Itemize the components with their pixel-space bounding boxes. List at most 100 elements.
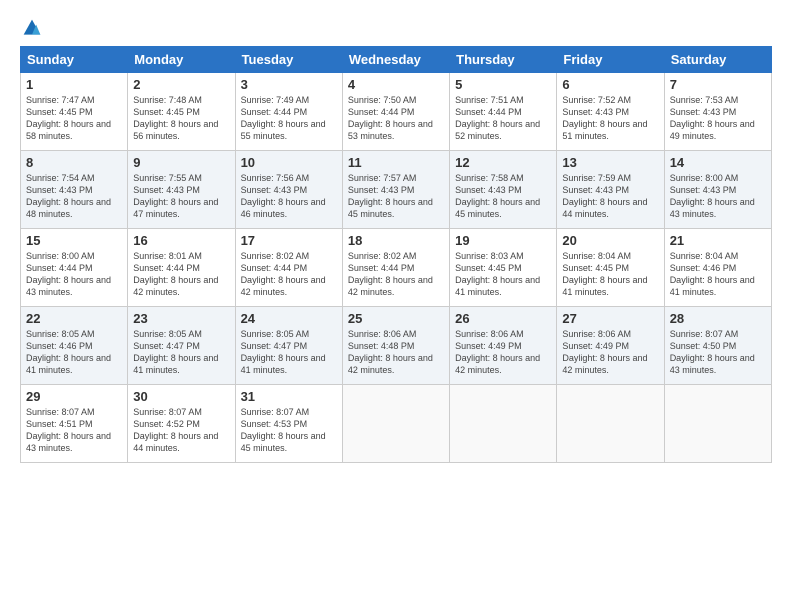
day-info: Sunrise: 7:58 AM Sunset: 4:43 PM Dayligh…: [455, 172, 551, 221]
calendar-cell: 29 Sunrise: 8:07 AM Sunset: 4:51 PM Dayl…: [21, 385, 128, 463]
day-number: 11: [348, 155, 444, 170]
day-info: Sunrise: 7:54 AM Sunset: 4:43 PM Dayligh…: [26, 172, 122, 221]
day-info: Sunrise: 7:48 AM Sunset: 4:45 PM Dayligh…: [133, 94, 229, 143]
calendar-cell: 9 Sunrise: 7:55 AM Sunset: 4:43 PM Dayli…: [128, 151, 235, 229]
calendar-cell: 17 Sunrise: 8:02 AM Sunset: 4:44 PM Dayl…: [235, 229, 342, 307]
day-info: Sunrise: 7:49 AM Sunset: 4:44 PM Dayligh…: [241, 94, 337, 143]
day-number: 18: [348, 233, 444, 248]
calendar-cell: 18 Sunrise: 8:02 AM Sunset: 4:44 PM Dayl…: [342, 229, 449, 307]
calendar-cell: 30 Sunrise: 8:07 AM Sunset: 4:52 PM Dayl…: [128, 385, 235, 463]
calendar-cell: 13 Sunrise: 7:59 AM Sunset: 4:43 PM Dayl…: [557, 151, 664, 229]
day-number: 20: [562, 233, 658, 248]
day-info: Sunrise: 8:05 AM Sunset: 4:47 PM Dayligh…: [241, 328, 337, 377]
calendar-cell: 15 Sunrise: 8:00 AM Sunset: 4:44 PM Dayl…: [21, 229, 128, 307]
calendar-cell: 28 Sunrise: 8:07 AM Sunset: 4:50 PM Dayl…: [664, 307, 771, 385]
calendar-cell: 27 Sunrise: 8:06 AM Sunset: 4:49 PM Dayl…: [557, 307, 664, 385]
calendar-cell: 26 Sunrise: 8:06 AM Sunset: 4:49 PM Dayl…: [450, 307, 557, 385]
calendar-cell: 5 Sunrise: 7:51 AM Sunset: 4:44 PM Dayli…: [450, 73, 557, 151]
calendar-cell: 7 Sunrise: 7:53 AM Sunset: 4:43 PM Dayli…: [664, 73, 771, 151]
day-header-wednesday: Wednesday: [342, 47, 449, 73]
week-row-2: 8 Sunrise: 7:54 AM Sunset: 4:43 PM Dayli…: [21, 151, 772, 229]
calendar-cell: 21 Sunrise: 8:04 AM Sunset: 4:46 PM Dayl…: [664, 229, 771, 307]
day-info: Sunrise: 8:04 AM Sunset: 4:45 PM Dayligh…: [562, 250, 658, 299]
day-info: Sunrise: 7:56 AM Sunset: 4:43 PM Dayligh…: [241, 172, 337, 221]
day-number: 16: [133, 233, 229, 248]
day-header-monday: Monday: [128, 47, 235, 73]
day-info: Sunrise: 7:57 AM Sunset: 4:43 PM Dayligh…: [348, 172, 444, 221]
day-header-sunday: Sunday: [21, 47, 128, 73]
logo-icon: [22, 18, 42, 38]
day-info: Sunrise: 8:00 AM Sunset: 4:44 PM Dayligh…: [26, 250, 122, 299]
calendar-cell: [342, 385, 449, 463]
logo: [20, 18, 42, 38]
calendar: SundayMondayTuesdayWednesdayThursdayFrid…: [20, 46, 772, 463]
day-info: Sunrise: 8:05 AM Sunset: 4:47 PM Dayligh…: [133, 328, 229, 377]
week-row-3: 15 Sunrise: 8:00 AM Sunset: 4:44 PM Dayl…: [21, 229, 772, 307]
day-info: Sunrise: 7:47 AM Sunset: 4:45 PM Dayligh…: [26, 94, 122, 143]
calendar-cell: 25 Sunrise: 8:06 AM Sunset: 4:48 PM Dayl…: [342, 307, 449, 385]
day-info: Sunrise: 7:59 AM Sunset: 4:43 PM Dayligh…: [562, 172, 658, 221]
calendar-cell: [450, 385, 557, 463]
day-number: 2: [133, 77, 229, 92]
day-info: Sunrise: 8:02 AM Sunset: 4:44 PM Dayligh…: [241, 250, 337, 299]
day-info: Sunrise: 8:06 AM Sunset: 4:49 PM Dayligh…: [455, 328, 551, 377]
day-header-friday: Friday: [557, 47, 664, 73]
calendar-cell: 20 Sunrise: 8:04 AM Sunset: 4:45 PM Dayl…: [557, 229, 664, 307]
calendar-cell: 8 Sunrise: 7:54 AM Sunset: 4:43 PM Dayli…: [21, 151, 128, 229]
day-number: 29: [26, 389, 122, 404]
day-info: Sunrise: 8:00 AM Sunset: 4:43 PM Dayligh…: [670, 172, 766, 221]
calendar-cell: 22 Sunrise: 8:05 AM Sunset: 4:46 PM Dayl…: [21, 307, 128, 385]
calendar-cell: 23 Sunrise: 8:05 AM Sunset: 4:47 PM Dayl…: [128, 307, 235, 385]
day-number: 21: [670, 233, 766, 248]
day-header-saturday: Saturday: [664, 47, 771, 73]
day-number: 12: [455, 155, 551, 170]
calendar-cell: 16 Sunrise: 8:01 AM Sunset: 4:44 PM Dayl…: [128, 229, 235, 307]
calendar-cell: 31 Sunrise: 8:07 AM Sunset: 4:53 PM Dayl…: [235, 385, 342, 463]
day-info: Sunrise: 8:04 AM Sunset: 4:46 PM Dayligh…: [670, 250, 766, 299]
day-info: Sunrise: 7:50 AM Sunset: 4:44 PM Dayligh…: [348, 94, 444, 143]
day-number: 3: [241, 77, 337, 92]
calendar-cell: 3 Sunrise: 7:49 AM Sunset: 4:44 PM Dayli…: [235, 73, 342, 151]
calendar-cell: 12 Sunrise: 7:58 AM Sunset: 4:43 PM Dayl…: [450, 151, 557, 229]
day-info: Sunrise: 7:55 AM Sunset: 4:43 PM Dayligh…: [133, 172, 229, 221]
day-info: Sunrise: 8:05 AM Sunset: 4:46 PM Dayligh…: [26, 328, 122, 377]
day-number: 28: [670, 311, 766, 326]
calendar-cell: 10 Sunrise: 7:56 AM Sunset: 4:43 PM Dayl…: [235, 151, 342, 229]
day-info: Sunrise: 8:07 AM Sunset: 4:53 PM Dayligh…: [241, 406, 337, 455]
day-number: 6: [562, 77, 658, 92]
day-number: 13: [562, 155, 658, 170]
day-info: Sunrise: 8:06 AM Sunset: 4:48 PM Dayligh…: [348, 328, 444, 377]
day-number: 24: [241, 311, 337, 326]
day-info: Sunrise: 7:52 AM Sunset: 4:43 PM Dayligh…: [562, 94, 658, 143]
day-header-tuesday: Tuesday: [235, 47, 342, 73]
calendar-cell: 14 Sunrise: 8:00 AM Sunset: 4:43 PM Dayl…: [664, 151, 771, 229]
day-info: Sunrise: 8:06 AM Sunset: 4:49 PM Dayligh…: [562, 328, 658, 377]
day-number: 25: [348, 311, 444, 326]
day-number: 14: [670, 155, 766, 170]
header: [20, 18, 772, 38]
calendar-header-row: SundayMondayTuesdayWednesdayThursdayFrid…: [21, 47, 772, 73]
day-info: Sunrise: 8:03 AM Sunset: 4:45 PM Dayligh…: [455, 250, 551, 299]
day-number: 1: [26, 77, 122, 92]
day-number: 10: [241, 155, 337, 170]
day-number: 7: [670, 77, 766, 92]
day-info: Sunrise: 8:07 AM Sunset: 4:50 PM Dayligh…: [670, 328, 766, 377]
day-info: Sunrise: 8:01 AM Sunset: 4:44 PM Dayligh…: [133, 250, 229, 299]
calendar-cell: 6 Sunrise: 7:52 AM Sunset: 4:43 PM Dayli…: [557, 73, 664, 151]
day-number: 31: [241, 389, 337, 404]
day-number: 8: [26, 155, 122, 170]
day-info: Sunrise: 8:02 AM Sunset: 4:44 PM Dayligh…: [348, 250, 444, 299]
week-row-4: 22 Sunrise: 8:05 AM Sunset: 4:46 PM Dayl…: [21, 307, 772, 385]
day-number: 27: [562, 311, 658, 326]
day-info: Sunrise: 7:53 AM Sunset: 4:43 PM Dayligh…: [670, 94, 766, 143]
day-number: 5: [455, 77, 551, 92]
day-info: Sunrise: 8:07 AM Sunset: 4:52 PM Dayligh…: [133, 406, 229, 455]
day-number: 19: [455, 233, 551, 248]
calendar-cell: 2 Sunrise: 7:48 AM Sunset: 4:45 PM Dayli…: [128, 73, 235, 151]
day-number: 26: [455, 311, 551, 326]
day-number: 15: [26, 233, 122, 248]
day-number: 30: [133, 389, 229, 404]
calendar-cell: 24 Sunrise: 8:05 AM Sunset: 4:47 PM Dayl…: [235, 307, 342, 385]
day-header-thursday: Thursday: [450, 47, 557, 73]
day-number: 9: [133, 155, 229, 170]
